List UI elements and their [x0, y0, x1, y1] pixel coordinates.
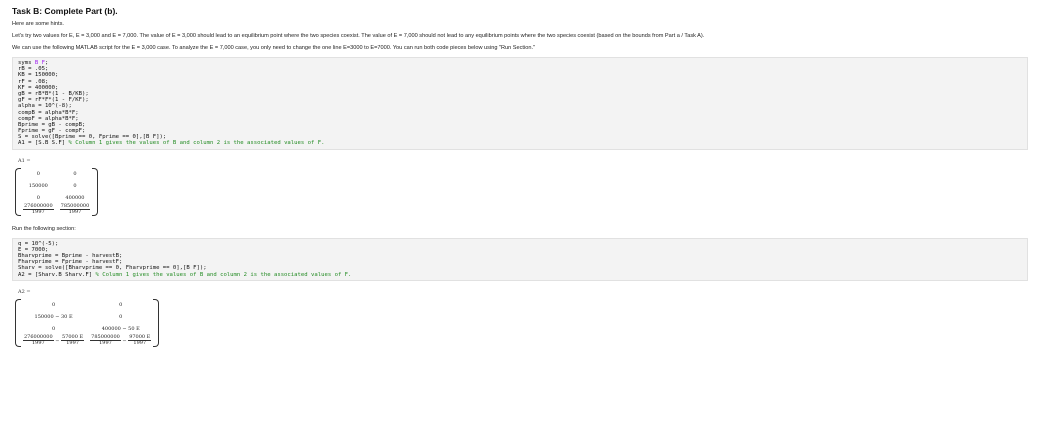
code-text: Fprime = gF - compF; — [18, 128, 86, 135]
code-block-1[interactable]: syms B F; rB = .05; KB = 150000; rF = .08; K… — [12, 57, 1028, 150]
fraction-denominator: 1997 — [99, 340, 112, 347]
matrix-row: 0 400000 — [20, 192, 93, 204]
fraction: 276000000 1997 — [23, 203, 54, 216]
minus-operator: − — [120, 338, 129, 345]
code-line[interactable]: A1 = [S.B S.F] % Column 1 gives the valu… — [18, 140, 1022, 146]
code-text: Fharvprime = Fprime - harvestF; — [18, 259, 123, 266]
code-text: S = solve([Bprime == 0, Fprime == 0],[B … — [18, 134, 167, 141]
code-text: Bharvprime = Bprime - harvestB; — [18, 253, 123, 259]
matrix-cell: 276000000 1997 − 57000 E 1997 — [20, 334, 87, 347]
code-text: rF = .08; — [18, 78, 49, 85]
matrix-cell: 0 — [119, 301, 123, 308]
matrix-row: 150000 − 30 E 0 — [20, 311, 154, 323]
matrix-cell: 0 — [36, 194, 40, 201]
matrix-cell: 150000 − 30 E — [34, 313, 73, 320]
matrix-row: 276000000 1997 785000000 1997 — [20, 203, 94, 216]
code-text: q = 10^(-5); — [18, 240, 59, 247]
code-text: compB = alpha*B*F; — [18, 109, 79, 116]
code-text: A2 = [Sharv.B Sharv.F] — [18, 271, 96, 278]
fraction-denominator: 1997 — [68, 209, 82, 216]
live-script-content: Task B: Complete Part (b). Here are some… — [12, 6, 1028, 349]
code-text: KF = 400000; — [18, 84, 59, 91]
fraction: 785000000 1997 — [90, 334, 121, 347]
matrix-row: 276000000 1997 − 57000 E 1997 785000000 1997… — [20, 334, 154, 347]
code-block-2[interactable]: q = 10^(-5); E = 7000; Bharvprime = Bprime… — [12, 237, 1028, 281]
fraction: 276000000 1997 — [23, 334, 54, 347]
code-text: alpha = 10^(-8); — [18, 103, 72, 110]
output-label-a1: A1 = — [18, 157, 31, 164]
run-section-label: Run the following section: — [12, 225, 76, 232]
code-comment: % Column 1 gives the values of B and col… — [68, 140, 325, 147]
output-label-a2: A2 = — [18, 288, 31, 295]
matrix-cell: 400000 — [65, 194, 85, 201]
fraction-denominator: 1997 — [133, 340, 147, 347]
code-text: E = 7000; — [18, 246, 49, 253]
code-keyword: B F — [34, 60, 45, 66]
code-text: rB = .05; — [18, 66, 49, 73]
code-text: gF = rF*F*(1 - F/KF); — [18, 97, 89, 104]
code-line[interactable]: A2 = [Sharv.B Sharv.F] % Column 1 gives … — [18, 272, 1022, 278]
left-paren — [15, 167, 21, 216]
matrix-row: 150000 0 — [20, 180, 93, 192]
fraction-denominator: 1997 — [66, 340, 79, 347]
hints-text: Here are some hints. — [12, 21, 64, 27]
matrix-cell: 0 — [73, 170, 77, 177]
fraction: 57000 E 1997 — [61, 334, 85, 347]
matrix-cell: 0 — [51, 301, 56, 308]
output-matrix-a1: 0 0 150000 0 0 400000 276000000 1997 785000000 19… — [15, 167, 1028, 218]
matrix-cell: 276000000 1997 — [20, 203, 57, 216]
code-text: A1 = [S.B S.F] — [18, 140, 69, 147]
matrix-cell: 0 — [119, 313, 123, 320]
left-paren — [15, 298, 21, 347]
fraction-denominator: 1997 — [31, 209, 45, 216]
matrix-cell: 785000000 1997 − 97000 E 1997 — [87, 334, 154, 347]
task-title: Task B: Complete Part (b). — [12, 6, 118, 16]
code-comment: % Column 1 gives the values of B and col… — [95, 271, 352, 278]
matrix-cell: 0 — [73, 182, 77, 189]
code-text: gB = rB*B*(1 - B/KB); — [18, 90, 89, 97]
matrix-cell: 785000000 1997 — [57, 203, 94, 216]
minus-operator: − — [53, 338, 62, 345]
matrix-row: 00 — [20, 168, 93, 180]
matrix-cell: 0 — [36, 170, 40, 177]
matrix-row: 0 400000 − 50 E — [20, 323, 154, 335]
fraction: 97000 E 1997 — [128, 334, 152, 347]
fraction-denominator: 1997 — [31, 340, 45, 347]
code-text: ; — [44, 60, 49, 66]
code-text: syms — [18, 60, 35, 66]
code-text: KB = 150000; — [18, 72, 59, 79]
matrix-cell: 400000 − 50 E — [101, 325, 140, 332]
instructions-paragraph-1: Let's try two values for E, E = 3,000 an… — [12, 33, 705, 39]
matrix-cell: 150000 — [28, 182, 48, 189]
right-paren — [92, 167, 99, 216]
code-text: compF = alpha*B*F; — [18, 115, 79, 122]
code-text: Bprime = gB - compB; — [18, 121, 86, 128]
matrix-row: 00 — [20, 299, 154, 311]
code-text: Sharv = solve([Bharvprime == 0, Fharvpri… — [18, 265, 207, 272]
matrix-cell: 0 — [51, 325, 56, 332]
fraction: 785000000 1997 — [59, 203, 91, 216]
instructions-paragraph-2: We can use the following MATLAB script f… — [12, 45, 535, 51]
right-paren — [153, 298, 160, 347]
output-matrix-a2: 0 0 150000 − 30 E 0 0 400000 − 50 E 276000000 1… — [15, 298, 1028, 349]
